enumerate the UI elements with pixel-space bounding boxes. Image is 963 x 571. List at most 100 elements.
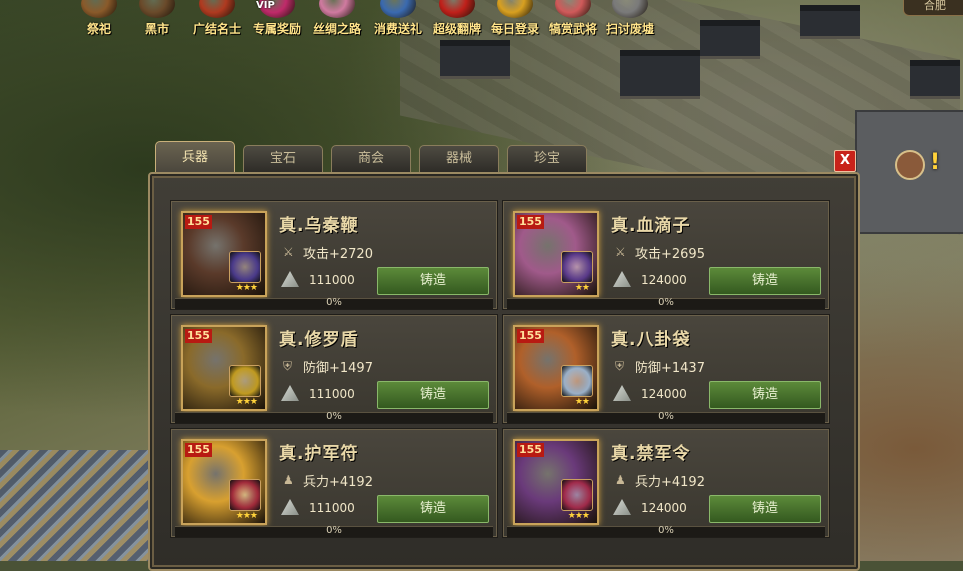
forge-button[interactable]: 铸造: [709, 381, 821, 409]
star-rating: ★★★: [235, 511, 258, 521]
tab-3[interactable]: 器械: [419, 145, 499, 172]
reward-icon: [555, 0, 591, 18]
star-rating: ★★: [574, 283, 590, 293]
item-image[interactable]: 155 ★★★: [181, 211, 267, 297]
item-name: 真.修罗盾: [279, 330, 359, 350]
silver-ore-icon: [281, 499, 299, 515]
progress-label: 0%: [658, 297, 674, 308]
activity-label: 专属奖励: [252, 22, 301, 36]
vip-tag: VIP: [256, 0, 275, 11]
building: [800, 5, 860, 36]
gem-slot-icon[interactable]: [229, 365, 261, 397]
silver-ore-icon: [281, 385, 299, 401]
forge-button[interactable]: 铸造: [377, 381, 489, 409]
item-name: 真.乌秦鞭: [279, 216, 359, 236]
item-name: 真.禁军令: [611, 444, 691, 464]
item-card[interactable]: 155 ★★ 真.血滴子 ⚔ 攻击+2695 124000 铸造 0%: [502, 200, 830, 310]
activity-label: 每日登录: [490, 22, 539, 36]
forge-button[interactable]: 铸造: [377, 495, 489, 523]
general-avatar[interactable]: [895, 150, 925, 180]
progress-label: 0%: [326, 525, 342, 536]
gift-icon: [380, 0, 416, 18]
level-badge: 155: [517, 215, 544, 229]
activity-5[interactable]: 消费送礼: [368, 0, 428, 40]
tab-1[interactable]: 宝石: [243, 145, 323, 172]
forge-button[interactable]: 铸造: [709, 267, 821, 295]
forge-cost: 124000: [641, 387, 687, 401]
exclamation-icon[interactable]: !: [930, 150, 940, 175]
item-image[interactable]: 155 ★★: [513, 325, 599, 411]
item-image[interactable]: 155 ★★★: [181, 325, 267, 411]
forge-cost: 124000: [641, 273, 687, 287]
item-stat: 兵力+4192: [303, 475, 373, 490]
forge-cost: 124000: [641, 501, 687, 515]
helmet-icon: [81, 0, 117, 18]
scholar-icon: [199, 0, 235, 18]
gem-slot-icon[interactable]: [229, 251, 261, 283]
shield-icon: ⛨: [283, 359, 293, 373]
item-stat: 防御+1437: [635, 361, 705, 376]
activity-7[interactable]: 每日登录: [486, 0, 544, 40]
gem-slot-icon[interactable]: [561, 479, 593, 511]
soldier-icon: ♟: [615, 473, 626, 487]
sword-icon: ⚔: [283, 245, 294, 259]
activity-label: 超级翻牌: [432, 22, 481, 36]
level-badge: 155: [517, 443, 544, 457]
tab-2[interactable]: 商会: [331, 145, 411, 172]
activity-label: 消费送礼: [373, 22, 422, 36]
star-rating: ★★★: [235, 283, 258, 293]
item-image[interactable]: 155 ★★★: [513, 439, 599, 525]
merchant-icon: [139, 0, 175, 18]
forge-button[interactable]: 铸造: [709, 495, 821, 523]
star-rating: ★★★: [567, 511, 590, 521]
item-name: 真.八卦袋: [611, 330, 691, 350]
progress-label: 0%: [658, 411, 674, 422]
item-card[interactable]: 155 ★★★ 真.禁军令 ♟ 兵力+4192 124000 铸造 0%: [502, 428, 830, 538]
item-name: 真.护军符: [279, 444, 359, 464]
item-card[interactable]: 155 ★★★ 真.修罗盾 ⛨ 防御+1497 111000 铸造 0%: [170, 314, 498, 424]
panel-tabs: 兵器 宝石 商会 器械 珍宝: [155, 141, 595, 173]
soldier-icon: ♟: [283, 473, 294, 487]
progress-bar: 0%: [175, 297, 493, 309]
activity-9[interactable]: 扫讨废墟: [602, 0, 658, 40]
tab-4[interactable]: 珍宝: [507, 145, 587, 172]
activity-0[interactable]: 祭祀: [70, 0, 128, 40]
silver-ore-icon: [281, 271, 299, 287]
item-card[interactable]: 155 ★★ 真.八卦袋 ⛨ 防御+1437 124000 铸造 0%: [502, 314, 830, 424]
city-location-button[interactable]: 合肥: [903, 0, 963, 16]
activity-3[interactable]: VIP 专属奖励: [248, 0, 306, 40]
item-card[interactable]: 155 ★★★ 真.护军符 ♟ 兵力+4192 111000 铸造 0%: [170, 428, 498, 538]
level-badge: 155: [185, 443, 212, 457]
gem-slot-icon[interactable]: [561, 251, 593, 283]
forge-cost: 111000: [309, 273, 355, 287]
forge-button[interactable]: 铸造: [377, 267, 489, 295]
activity-label: 扫讨废墟: [605, 22, 654, 36]
level-badge: 155: [517, 329, 544, 343]
activity-1[interactable]: 黑市: [128, 0, 186, 40]
activity-label: 丝绸之路: [312, 22, 361, 36]
item-stat: 攻击+2720: [303, 247, 373, 262]
activity-8[interactable]: 犒赏武将: [544, 0, 602, 40]
progress-label: 0%: [326, 411, 342, 422]
activity-6[interactable]: 超级翻牌: [428, 0, 486, 40]
item-stat: 兵力+4192: [635, 475, 705, 490]
forge-cost: 111000: [309, 387, 355, 401]
activity-4[interactable]: 丝绸之路: [306, 0, 368, 40]
close-button[interactable]: X: [834, 150, 856, 172]
item-image[interactable]: 155 ★★★: [181, 439, 267, 525]
progress-label: 0%: [326, 297, 342, 308]
item-card[interactable]: 155 ★★★ 真.乌秦鞭 ⚔ 攻击+2720 111000 铸造 0%: [170, 200, 498, 310]
gem-slot-icon[interactable]: [561, 365, 593, 397]
silk-icon: [319, 0, 355, 18]
tab-0[interactable]: 兵器: [155, 141, 235, 172]
card-icon: [439, 0, 475, 18]
silver-ore-icon: [613, 499, 631, 515]
activity-bar: 祭祀 黑市 广结名士 VIP 专属奖励 丝绸之路 消费送礼 超级翻牌 每日登录 犒赏武将 扫讨废墟: [70, 0, 658, 40]
building: [700, 20, 760, 56]
silver-ore-icon: [613, 385, 631, 401]
activity-2[interactable]: 广结名士: [186, 0, 248, 40]
progress-label: 0%: [658, 525, 674, 536]
progress-bar: 0%: [507, 411, 825, 423]
gem-slot-icon[interactable]: [229, 479, 261, 511]
item-image[interactable]: 155 ★★: [513, 211, 599, 297]
